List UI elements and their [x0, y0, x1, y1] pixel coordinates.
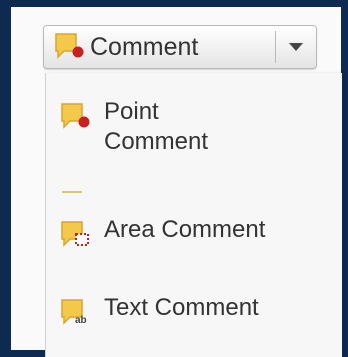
menu-separator: [62, 191, 82, 193]
comment-menu: Point Comment Area Comment ab Text Comme…: [45, 73, 342, 357]
svg-text:ab: ab: [75, 315, 87, 325]
menu-item-label-line2: Comment: [104, 128, 209, 155]
menu-item-label: Area Comment: [104, 216, 266, 243]
comment-button-label: Comment: [90, 32, 199, 61]
comment-button[interactable]: Comment: [44, 26, 275, 68]
menu-item-label: Text Comment: [104, 294, 259, 321]
text-comment-icon: ab: [60, 297, 90, 330]
menu-item-label-line1: Point: [104, 98, 159, 125]
point-comment-icon: [60, 101, 90, 134]
menu-item-point-comment[interactable]: Point Comment: [46, 97, 342, 157]
comment-note-icon: [54, 31, 84, 64]
area-comment-icon: [60, 219, 90, 252]
menu-item-text-comment[interactable]: ab Text Comment: [46, 293, 342, 330]
chevron-down-icon: [289, 43, 303, 51]
menu-item-area-comment[interactable]: Area Comment: [46, 215, 342, 252]
comment-split-button: Comment: [43, 25, 317, 69]
comment-panel: Comment Point Comment Area Comment ab Te…: [11, 7, 342, 357]
comment-dropdown-toggle[interactable]: [276, 26, 316, 68]
